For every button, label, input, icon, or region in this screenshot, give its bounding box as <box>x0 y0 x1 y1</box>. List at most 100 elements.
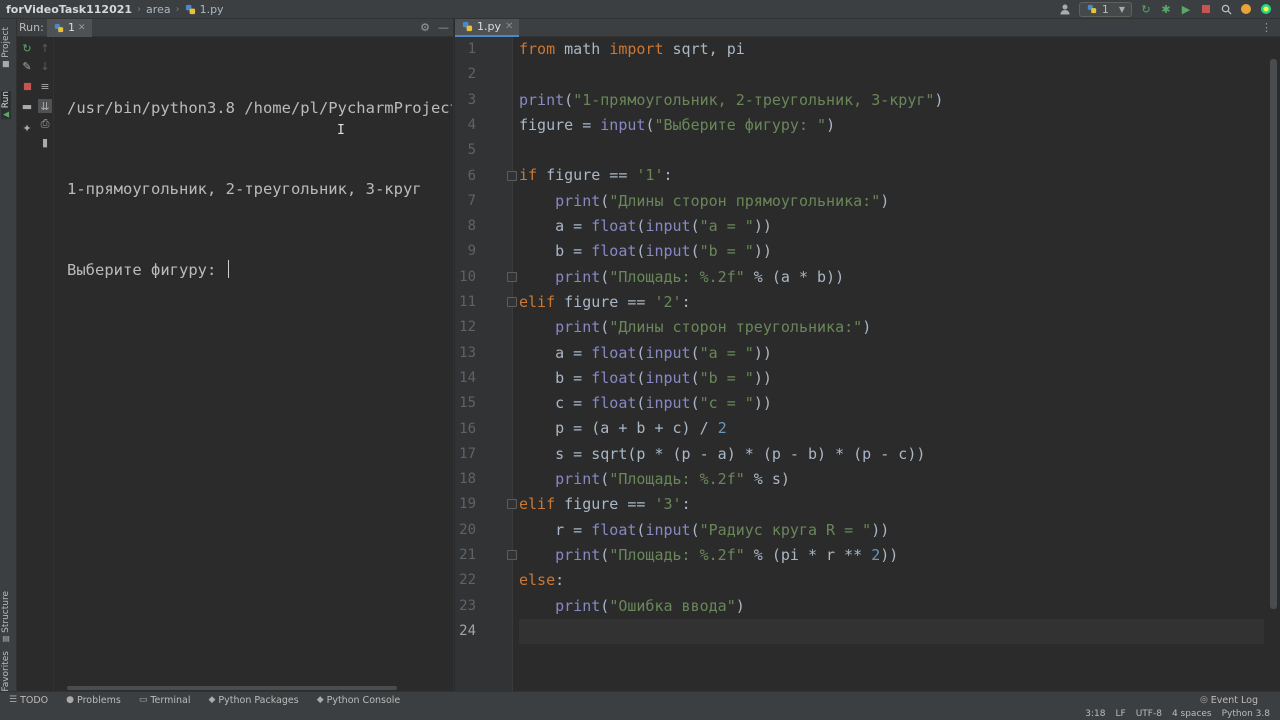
line-separator[interactable]: LF <box>1115 709 1125 719</box>
user-icon[interactable] <box>1059 3 1071 15</box>
run-tab[interactable]: 1 ✕ <box>47 18 92 37</box>
code-line[interactable]: a = float(input("a = ")) <box>519 341 1264 366</box>
code-line[interactable]: print("Длины сторон прямоугольника:") <box>519 189 1264 214</box>
line-number[interactable]: 10 <box>446 265 476 290</box>
todo-tool-button[interactable]: ☰ TODO <box>0 695 57 706</box>
fold-marker-icon[interactable] <box>507 271 517 282</box>
code-line[interactable]: print("Ошибка ввода") <box>519 594 1264 619</box>
code-line[interactable]: print("Площадь: %.2f" % (a * b)) <box>519 265 1264 290</box>
arrow-down-icon[interactable]: ↓ <box>38 59 52 73</box>
soft-wrap-icon[interactable]: ≡ <box>38 79 52 93</box>
line-number[interactable]: 14 <box>446 366 476 391</box>
indent-setting[interactable]: 4 spaces <box>1172 709 1212 719</box>
project-tool-button[interactable]: ■ Project <box>1 27 11 69</box>
close-icon[interactable]: ✕ <box>78 23 86 33</box>
coverage-icon[interactable]: ▶ <box>1180 3 1192 16</box>
line-number[interactable]: 5 <box>446 138 476 163</box>
arrow-up-icon[interactable]: ↑ <box>38 41 52 55</box>
layout-icon[interactable]: ▬ <box>20 99 34 113</box>
console-output[interactable]: /usr/bin/python3.8 /home/pl/PycharmProje… <box>67 41 452 338</box>
terminal-tool-button[interactable]: ▭ Terminal <box>130 695 200 706</box>
line-number[interactable]: 11 <box>446 290 476 315</box>
stop-icon[interactable] <box>20 79 34 93</box>
wrench-icon[interactable]: ✎ <box>20 59 34 73</box>
run-configuration-select[interactable]: 1 ▼ <box>1078 1 1132 17</box>
code-line[interactable]: r = float(input("Радиус круга R = ")) <box>519 518 1264 543</box>
line-number[interactable]: 6 <box>446 164 476 189</box>
breadcrumb-file[interactable]: 1.py <box>185 3 224 16</box>
editor-tab-1-py[interactable]: 1.py ✕ <box>455 18 520 37</box>
fold-marker-icon[interactable] <box>507 170 517 181</box>
code-line[interactable]: b = float(input("b = ")) <box>519 239 1264 264</box>
stop-icon[interactable] <box>1200 3 1212 15</box>
code-line[interactable]: p = (a + b + c) / 2 <box>519 416 1264 441</box>
print-icon[interactable]: ⎙ <box>38 117 52 131</box>
scrollbar-thumb[interactable] <box>1270 59 1277 609</box>
line-number-gutter[interactable]: 1 2 3 4 5 6 7 8 9 10 11 12 13 14 15 16 17 18 19 20 21 22 23 24 <box>455 37 517 691</box>
minimize-icon[interactable]: — <box>438 21 449 34</box>
code-line[interactable]: a = float(input("a = ")) <box>519 214 1264 239</box>
line-number[interactable]: 24 <box>446 619 476 644</box>
problems-tool-button[interactable]: ● Problems <box>57 695 130 706</box>
gear-icon[interactable]: ⚙ <box>420 21 430 34</box>
code-line[interactable]: elif figure == '3': <box>519 492 1264 517</box>
line-number[interactable]: 1 <box>446 37 476 62</box>
code-line[interactable]: else: <box>519 568 1264 593</box>
code-line[interactable]: print("Длины сторон треугольника:") <box>519 315 1264 340</box>
close-icon[interactable]: ✕ <box>505 21 513 32</box>
updates-icon[interactable] <box>1240 3 1252 15</box>
line-number[interactable]: 9 <box>446 239 476 264</box>
trash-icon[interactable]: ▮ <box>38 135 52 149</box>
line-number[interactable]: 15 <box>446 391 476 416</box>
code-line[interactable]: from math import sqrt, pi <box>519 37 1264 62</box>
pin-icon[interactable]: ✦ <box>20 121 34 135</box>
caret-position[interactable]: 3:18 <box>1085 709 1105 719</box>
fold-marker-icon[interactable] <box>507 550 517 560</box>
line-number[interactable]: 12 <box>446 315 476 340</box>
code-line[interactable]: s = sqrt(p * (p - a) * (p - b) * (p - c)… <box>519 442 1264 467</box>
line-number[interactable]: 13 <box>446 341 476 366</box>
line-number[interactable]: 17 <box>446 442 476 467</box>
python-console-tool-button[interactable]: ◆ Python Console <box>308 695 410 706</box>
code-line[interactable]: if figure == '1': <box>519 163 1264 188</box>
more-icon[interactable]: ⋮ <box>1261 21 1280 34</box>
code-line[interactable]: b = float(input("b = ")) <box>519 366 1264 391</box>
run-tool-button[interactable]: ▶ Run <box>1 91 11 120</box>
event-log-tool-button[interactable]: ◎ Event Log <box>1191 695 1280 706</box>
line-number[interactable]: 16 <box>446 417 476 442</box>
ide-logo-icon[interactable] <box>1260 3 1272 15</box>
code-line[interactable] <box>519 62 1264 87</box>
code-line[interactable] <box>519 138 1264 163</box>
line-number[interactable]: 19 <box>446 492 476 517</box>
python-packages-tool-button[interactable]: ◆ Python Packages <box>199 695 307 706</box>
code-line[interactable]: c = float(input("c = ")) <box>519 391 1264 416</box>
structure-tool-button[interactable]: ▤ Structure <box>1 591 11 644</box>
console-horizontal-scrollbar[interactable] <box>67 686 397 690</box>
code-line[interactable]: print("1-прямоугольник, 2-треугольник, 3… <box>519 88 1264 113</box>
file-encoding[interactable]: UTF-8 <box>1136 709 1162 719</box>
console-input-line[interactable]: Выберите фигуру: <box>67 257 452 284</box>
line-number[interactable]: 21 <box>446 543 476 568</box>
code-line[interactable]: elif figure == '2': <box>519 290 1264 315</box>
line-number[interactable]: 8 <box>446 214 476 239</box>
python-interpreter[interactable]: Python 3.8 <box>1222 709 1270 719</box>
breadcrumb-project[interactable]: forVideoTask112021 <box>0 3 132 16</box>
code-line[interactable] <box>519 618 1264 645</box>
editor-vertical-scrollbar[interactable] <box>1266 37 1280 691</box>
search-icon[interactable] <box>1220 3 1232 15</box>
scroll-to-end-icon[interactable]: ⇊ <box>38 99 52 113</box>
line-number[interactable]: 23 <box>446 594 476 619</box>
line-number[interactable]: 7 <box>446 189 476 214</box>
breadcrumb-folder[interactable]: area <box>146 3 171 16</box>
line-number[interactable]: 20 <box>446 518 476 543</box>
rerun-icon[interactable]: ↻ <box>20 41 34 55</box>
debug-icon[interactable]: ✱ <box>1160 3 1172 16</box>
line-number[interactable]: 18 <box>446 467 476 492</box>
fold-marker-icon[interactable] <box>507 297 517 307</box>
line-number[interactable]: 22 <box>446 568 476 593</box>
line-number[interactable]: 4 <box>446 113 476 138</box>
line-number[interactable]: 2 <box>446 62 476 87</box>
fold-marker-icon[interactable] <box>507 499 517 510</box>
code-line[interactable]: print("Площадь: %.2f" % s) <box>519 467 1264 492</box>
rerun-icon[interactable]: ↻ <box>1140 3 1152 16</box>
